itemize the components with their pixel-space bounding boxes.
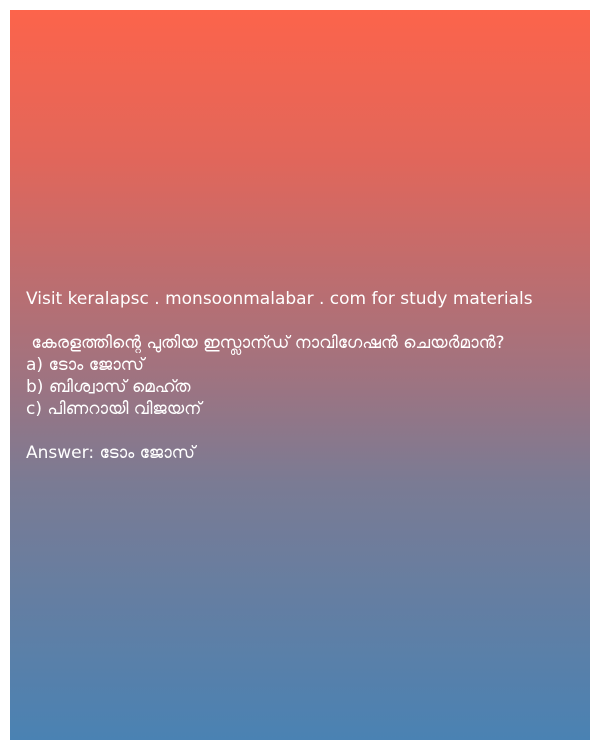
- option-c: c) പിണറായി വിജയന്: [26, 399, 202, 419]
- option-b: b) ബിശ്വാസ് മെഹ്ത: [26, 377, 191, 397]
- question-text: കേരളത്തിന്റെ പുതിയ ഇസ്ലാന്ഡ് നാവിഗേഷൻ ചെ…: [26, 333, 505, 353]
- option-a: a) ടോം ജോസ്: [26, 355, 145, 375]
- quiz-card: Visit keralapsc . monsoonmalabar . com f…: [10, 10, 590, 740]
- quiz-content: Visit keralapsc . monsoonmalabar . com f…: [26, 288, 582, 464]
- answer-text: Answer: ടോം ജോസ്: [26, 443, 195, 463]
- promo-text: Visit keralapsc . monsoonmalabar . com f…: [26, 289, 533, 309]
